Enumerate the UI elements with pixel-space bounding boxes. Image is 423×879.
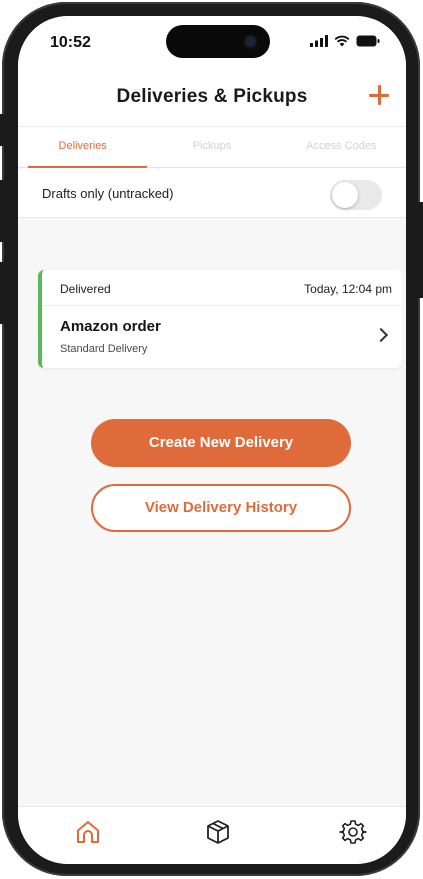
- add-button[interactable]: [366, 82, 392, 108]
- page-title: Deliveries & Pickups: [116, 86, 308, 107]
- wifi-icon: [334, 35, 350, 47]
- delivery-time: Today, 12:04 pm: [304, 282, 392, 296]
- app-header: Deliveries & Pickups: [18, 70, 406, 126]
- screen: 10:52 Deliveries & Pickups Deliveries Pi…: [18, 16, 406, 864]
- volume-up-button: [0, 180, 4, 242]
- view-history-button[interactable]: View Delivery History: [91, 484, 351, 532]
- tab-deliveries[interactable]: Deliveries: [18, 127, 148, 168]
- drafts-filter-row: Drafts only (untracked): [18, 168, 406, 218]
- create-delivery-button[interactable]: Create New Delivery: [91, 419, 351, 467]
- nav-packages[interactable]: [203, 817, 233, 847]
- camera-icon: [245, 36, 256, 47]
- home-icon: [77, 821, 99, 843]
- card-header: Delivered Today, 12:04 pm: [42, 270, 402, 306]
- status-time: 10:52: [50, 34, 91, 51]
- phone-frame: 10:52 Deliveries & Pickups Deliveries Pi…: [0, 2, 423, 876]
- tab-access-codes[interactable]: Access Codes: [277, 127, 406, 167]
- dynamic-island: [166, 25, 270, 58]
- signal-icon: [310, 35, 328, 47]
- battery-icon: [356, 35, 380, 47]
- drafts-toggle[interactable]: [330, 180, 382, 210]
- tab-bar: Deliveries Pickups Access Codes: [18, 126, 406, 168]
- volume-down-button: [0, 262, 4, 324]
- power-button: [418, 202, 423, 298]
- delivery-type: Standard Delivery: [60, 343, 148, 355]
- mute-switch: [0, 114, 4, 146]
- delivery-name: Amazon order: [60, 318, 161, 335]
- chevron-right-icon: [373, 327, 389, 343]
- toggle-knob: [332, 182, 358, 208]
- package-icon: [207, 820, 229, 844]
- delivery-status: Delivered: [60, 282, 111, 296]
- settings-icon: [339, 820, 367, 844]
- drafts-label: Drafts only (untracked): [42, 186, 174, 201]
- bottom-nav: [18, 806, 406, 864]
- status-icons: [310, 35, 380, 47]
- status-bar: 10:52: [18, 16, 406, 70]
- tab-pickups[interactable]: Pickups: [147, 127, 276, 167]
- nav-home[interactable]: [73, 817, 103, 847]
- delivery-card[interactable]: Delivered Today, 12:04 pm Amazon order S…: [38, 270, 402, 368]
- nav-settings[interactable]: [338, 817, 368, 847]
